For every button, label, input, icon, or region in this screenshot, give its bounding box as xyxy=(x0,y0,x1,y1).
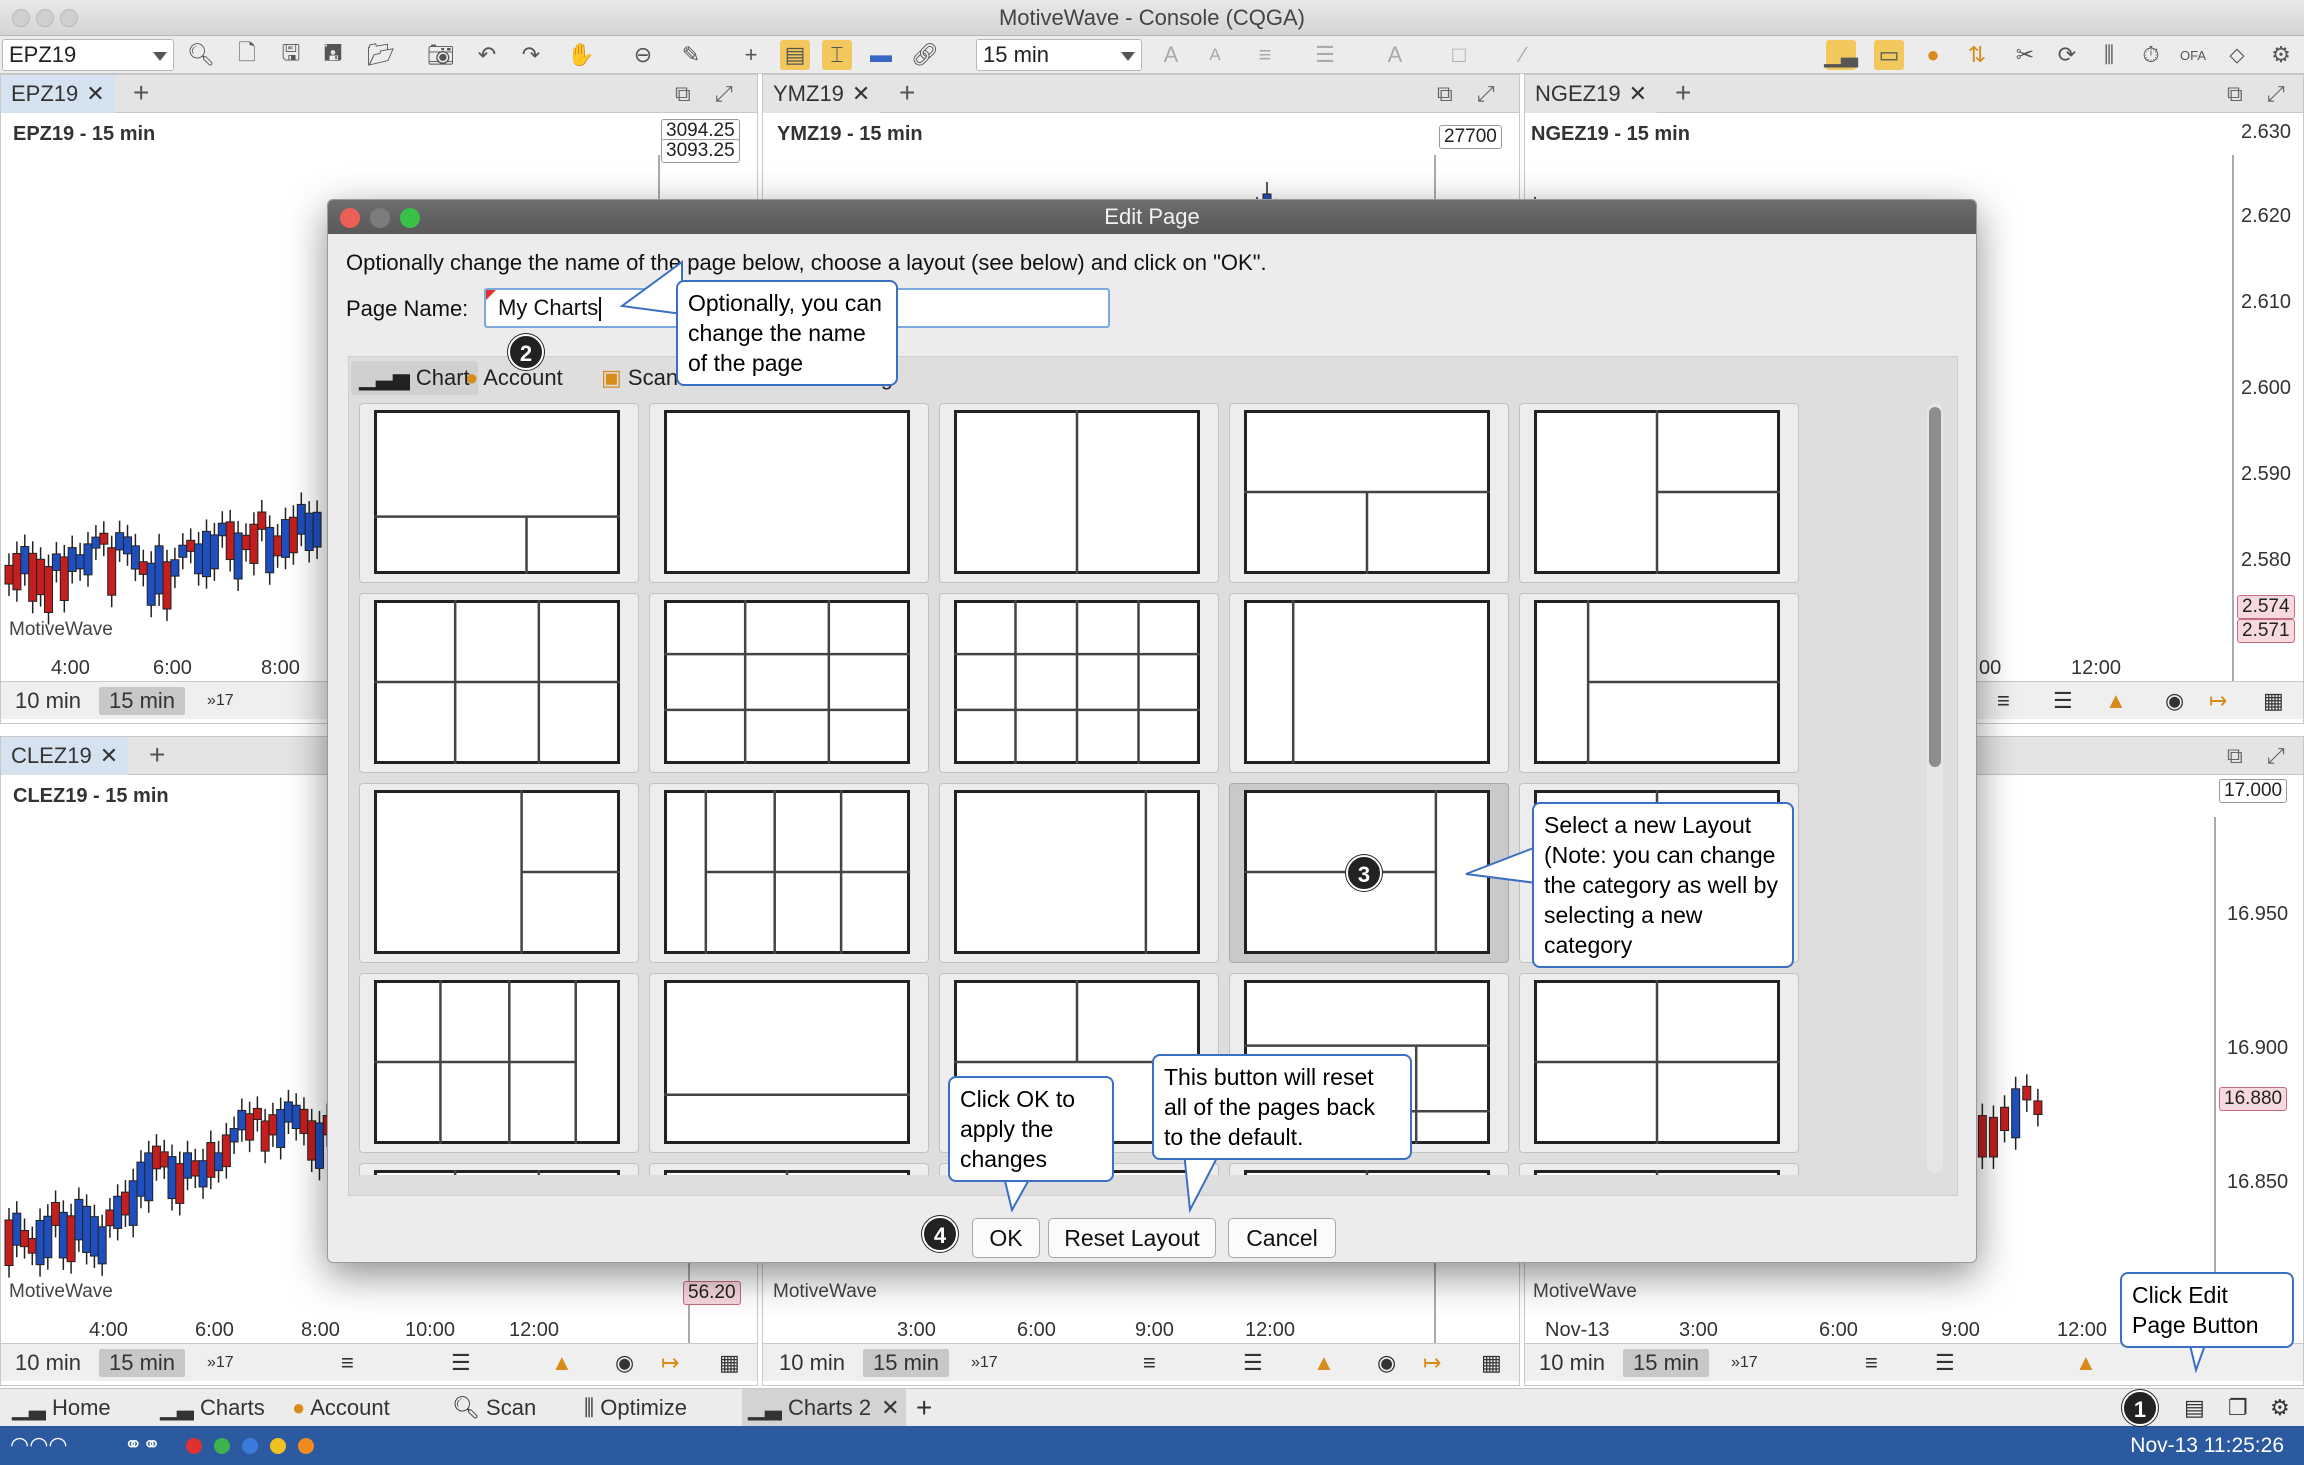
callout-pointers xyxy=(619,260,2216,1374)
callout-reset: This button will reset all of the pages … xyxy=(1152,1054,1412,1160)
callout-ok: Click OK to apply the changes xyxy=(948,1076,1114,1182)
step-badge-2: 2 xyxy=(508,334,544,370)
callout-page-name: Optionally, you can change the name of t… xyxy=(676,280,898,386)
step-badge-1: 1 xyxy=(2122,1390,2158,1426)
step-badge-4: 4 xyxy=(922,1216,958,1252)
step-badge-3: 3 xyxy=(1346,855,1382,891)
callout-select-layout: Select a new Layout (Note: you can chang… xyxy=(1532,802,1794,968)
callout-edit-page: Click Edit Page Button xyxy=(2120,1272,2294,1348)
